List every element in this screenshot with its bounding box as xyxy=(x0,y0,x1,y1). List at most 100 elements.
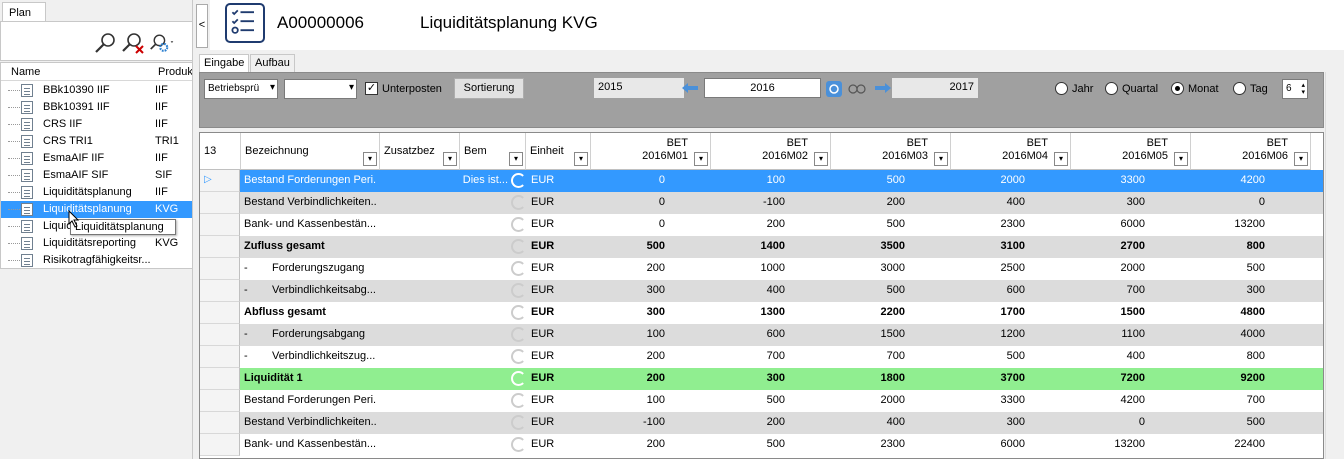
row-header[interactable] xyxy=(200,258,240,280)
refresh-icon[interactable] xyxy=(511,349,526,364)
row-value[interactable]: 100 xyxy=(591,328,665,340)
row-value[interactable]: 400 xyxy=(951,196,1025,208)
period-spinner[interactable]: 6 ▴ ▾ xyxy=(1282,79,1308,99)
row-value[interactable]: 1500 xyxy=(1071,306,1145,318)
row-value[interactable]: 6000 xyxy=(951,438,1025,450)
refresh-icon[interactable] xyxy=(511,371,526,386)
row-header[interactable] xyxy=(200,368,240,390)
radio-monat[interactable] xyxy=(1171,82,1184,95)
row-value[interactable]: 2300 xyxy=(951,218,1025,230)
row-value[interactable]: 200 xyxy=(591,350,665,362)
row-value[interactable]: 400 xyxy=(711,284,785,296)
row-value[interactable]: 4200 xyxy=(1191,174,1265,186)
filter-dropdown-icon[interactable]: ▾ xyxy=(1174,152,1188,166)
refresh-icon[interactable] xyxy=(511,305,526,320)
row-value[interactable]: 600 xyxy=(711,328,785,340)
tab-aufbau[interactable]: Aufbau xyxy=(250,54,295,72)
row-value[interactable]: 500 xyxy=(1191,416,1265,428)
column-month-header[interactable]: BET 2016M04 ▾ xyxy=(951,133,1071,170)
row-value[interactable]: 100 xyxy=(591,394,665,406)
plan-tree-item[interactable]: CRS TRI1 TRI1 xyxy=(1,133,192,150)
column-zusatzbez-header[interactable]: Zusatzbez ▾ xyxy=(380,133,460,170)
row-value[interactable]: 300 xyxy=(591,306,665,318)
unterposten-checkbox[interactable]: ✓ xyxy=(365,82,378,95)
plan-tree-item[interactable]: CRS IIF IIF xyxy=(1,116,192,133)
link-icon[interactable] xyxy=(848,83,866,95)
column-bem-header[interactable]: Bem ▾ xyxy=(460,133,526,170)
row-value[interactable]: 6000 xyxy=(1071,218,1145,230)
row-value[interactable]: 4200 xyxy=(1071,394,1145,406)
plan-tree-item[interactable]: BBk10391 IIF IIF xyxy=(1,99,192,116)
refresh-icon[interactable] xyxy=(511,195,526,210)
column-name-header[interactable]: Name xyxy=(11,66,40,78)
sortierung-button[interactable]: Sortierung xyxy=(454,78,524,99)
radio-tag[interactable] xyxy=(1233,82,1246,95)
row-header[interactable] xyxy=(200,434,240,456)
row-value[interactable]: 3300 xyxy=(951,394,1025,406)
row-value[interactable]: 300 xyxy=(591,284,665,296)
row-value[interactable]: 0 xyxy=(1191,196,1265,208)
row-value[interactable]: 2000 xyxy=(1071,262,1145,274)
row-value[interactable]: 500 xyxy=(711,394,785,406)
row-value[interactable]: 4800 xyxy=(1191,306,1265,318)
arrow-right-icon[interactable] xyxy=(874,82,892,94)
row-value[interactable]: 1000 xyxy=(711,262,785,274)
row-value[interactable]: 100 xyxy=(711,174,785,186)
refresh-icon[interactable] xyxy=(511,327,526,342)
filter-dropdown-icon[interactable]: ▾ xyxy=(814,152,828,166)
row-header[interactable] xyxy=(200,412,240,434)
row-value[interactable]: 3700 xyxy=(951,372,1025,384)
row-value[interactable]: 3500 xyxy=(831,240,905,252)
table-row[interactable]: Liquidität 1 EUR 200 300 1800 3700 7200 9200 xyxy=(200,368,1323,390)
row-value[interactable]: 200 xyxy=(591,262,665,274)
column-month-header[interactable]: BET 2016M02 ▾ xyxy=(711,133,831,170)
row-value[interactable]: 300 xyxy=(1191,284,1265,296)
row-header[interactable] xyxy=(200,192,240,214)
plan-tree-item[interactable]: EsmaAIF SIF SIF xyxy=(1,167,192,184)
refresh-icon[interactable] xyxy=(511,437,526,452)
table-row[interactable]: Bank- und Kassenbestän... EUR 200 500 2300 60… xyxy=(200,434,1323,456)
plan-tree-item[interactable]: Risikotragfähigkeitsr... xyxy=(1,252,192,268)
arrow-left-icon[interactable] xyxy=(681,82,699,94)
filter-dropdown-icon[interactable]: ▾ xyxy=(509,152,523,166)
row-value[interactable]: 22400 xyxy=(1191,438,1265,450)
plan-tree-item[interactable]: Liquiditätsplanung KVG xyxy=(1,201,192,218)
column-bezeichnung-header[interactable]: Bezeichnung ▾ xyxy=(241,133,380,170)
view-select[interactable]: Betriebsprü ▾ xyxy=(204,79,278,99)
table-row[interactable]: Bestand Verbindlichkeiten... EUR 0 -100 200 4… xyxy=(200,192,1323,214)
row-value[interactable]: 500 xyxy=(831,218,905,230)
plan-tree-item[interactable]: EsmaAIF IIF IIF xyxy=(1,150,192,167)
row-value[interactable]: 300 xyxy=(1071,196,1145,208)
year-current-input[interactable]: 2016 xyxy=(704,78,821,98)
row-value[interactable]: 500 xyxy=(831,174,905,186)
table-row[interactable]: - Verbindlichkeitszug... EUR 200 700 700 500 40… xyxy=(200,346,1323,368)
row-value[interactable]: 200 xyxy=(591,438,665,450)
filter-dropdown-icon[interactable]: ▾ xyxy=(1054,152,1068,166)
table-row[interactable]: - Forderungsabgang EUR 100 600 1500 1200 1100 40… xyxy=(200,324,1323,346)
row-value[interactable]: 1700 xyxy=(951,306,1025,318)
filter-dropdown-icon[interactable]: ▾ xyxy=(363,152,377,166)
refresh-icon[interactable] xyxy=(511,415,526,430)
row-value[interactable]: 1100 xyxy=(1071,328,1145,340)
search-settings-icon[interactable] xyxy=(149,30,175,56)
row-value[interactable]: 1500 xyxy=(831,328,905,340)
row-value[interactable]: 2500 xyxy=(951,262,1025,274)
row-value[interactable]: 500 xyxy=(591,240,665,252)
row-value[interactable]: 3100 xyxy=(951,240,1025,252)
row-value[interactable]: 200 xyxy=(831,196,905,208)
row-value[interactable]: 200 xyxy=(591,372,665,384)
row-value[interactable]: 2000 xyxy=(951,174,1025,186)
plan-tree-item[interactable]: BBk10390 IIF IIF xyxy=(1,82,192,99)
row-value[interactable]: 2200 xyxy=(831,306,905,318)
row-value[interactable]: 700 xyxy=(1071,284,1145,296)
column-einheit-header[interactable]: Einheit ▾ xyxy=(526,133,591,170)
row-value[interactable]: 2700 xyxy=(1071,240,1145,252)
row-header[interactable] xyxy=(200,324,240,346)
row-value[interactable]: 300 xyxy=(951,416,1025,428)
collapse-panel-button[interactable]: < xyxy=(196,4,208,48)
vertical-scrollbar[interactable] xyxy=(1325,72,1344,459)
row-value[interactable]: 200 xyxy=(711,416,785,428)
row-value[interactable]: 1800 xyxy=(831,372,905,384)
row-value[interactable]: 2000 xyxy=(831,394,905,406)
refresh-icon[interactable] xyxy=(511,261,526,276)
